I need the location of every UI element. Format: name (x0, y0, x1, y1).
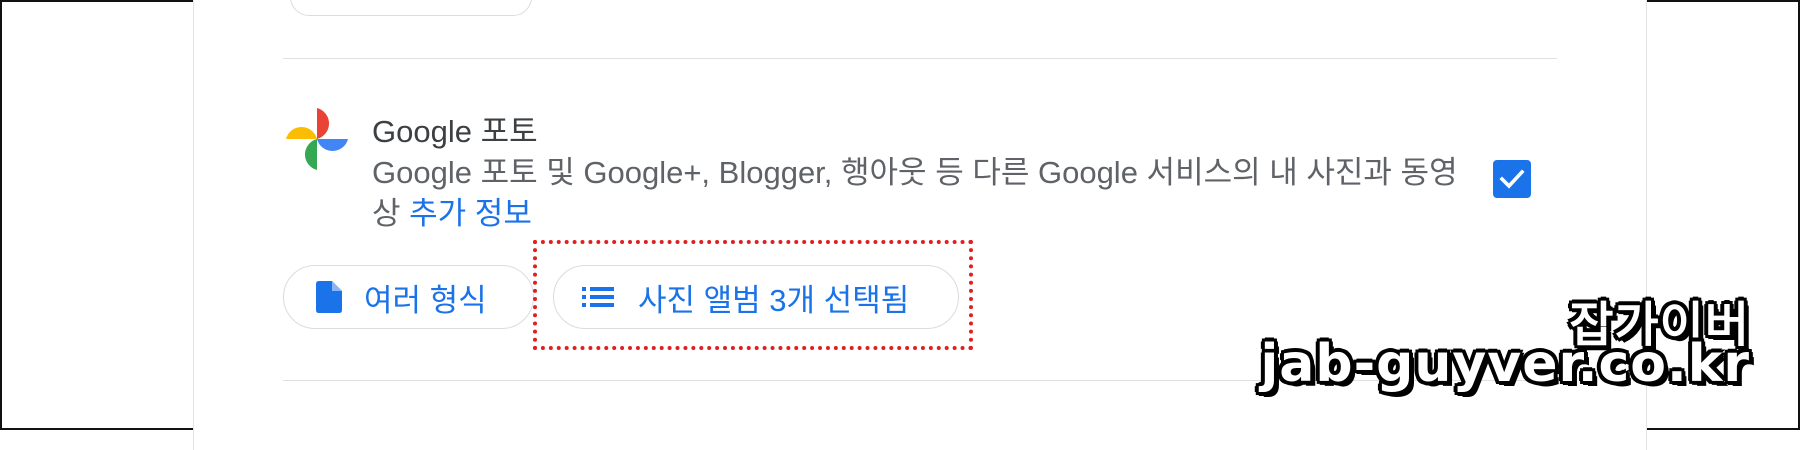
multiple-formats-button[interactable]: 여러 형식 (283, 265, 534, 329)
more-info-link[interactable]: 추가 정보 (409, 196, 532, 231)
service-title: Google 포토 (372, 114, 538, 149)
document-icon (316, 281, 342, 313)
divider-top (283, 58, 1557, 59)
check-icon (1499, 169, 1525, 189)
include-checkbox[interactable] (1493, 160, 1531, 198)
highlight-box (533, 240, 973, 350)
service-description: Google 포토 및 Google+, Blogger, 행아웃 등 다른 G… (372, 152, 1472, 234)
watermark-url: jab-guyver.co.kr (1260, 334, 1750, 394)
previous-chip[interactable] (290, 0, 532, 16)
formats-label: 여러 형식 (364, 282, 487, 318)
google-photos-logo (286, 108, 348, 170)
description-text: Google 포토 및 Google+, Blogger, 행아웃 등 다른 G… (372, 155, 1458, 231)
